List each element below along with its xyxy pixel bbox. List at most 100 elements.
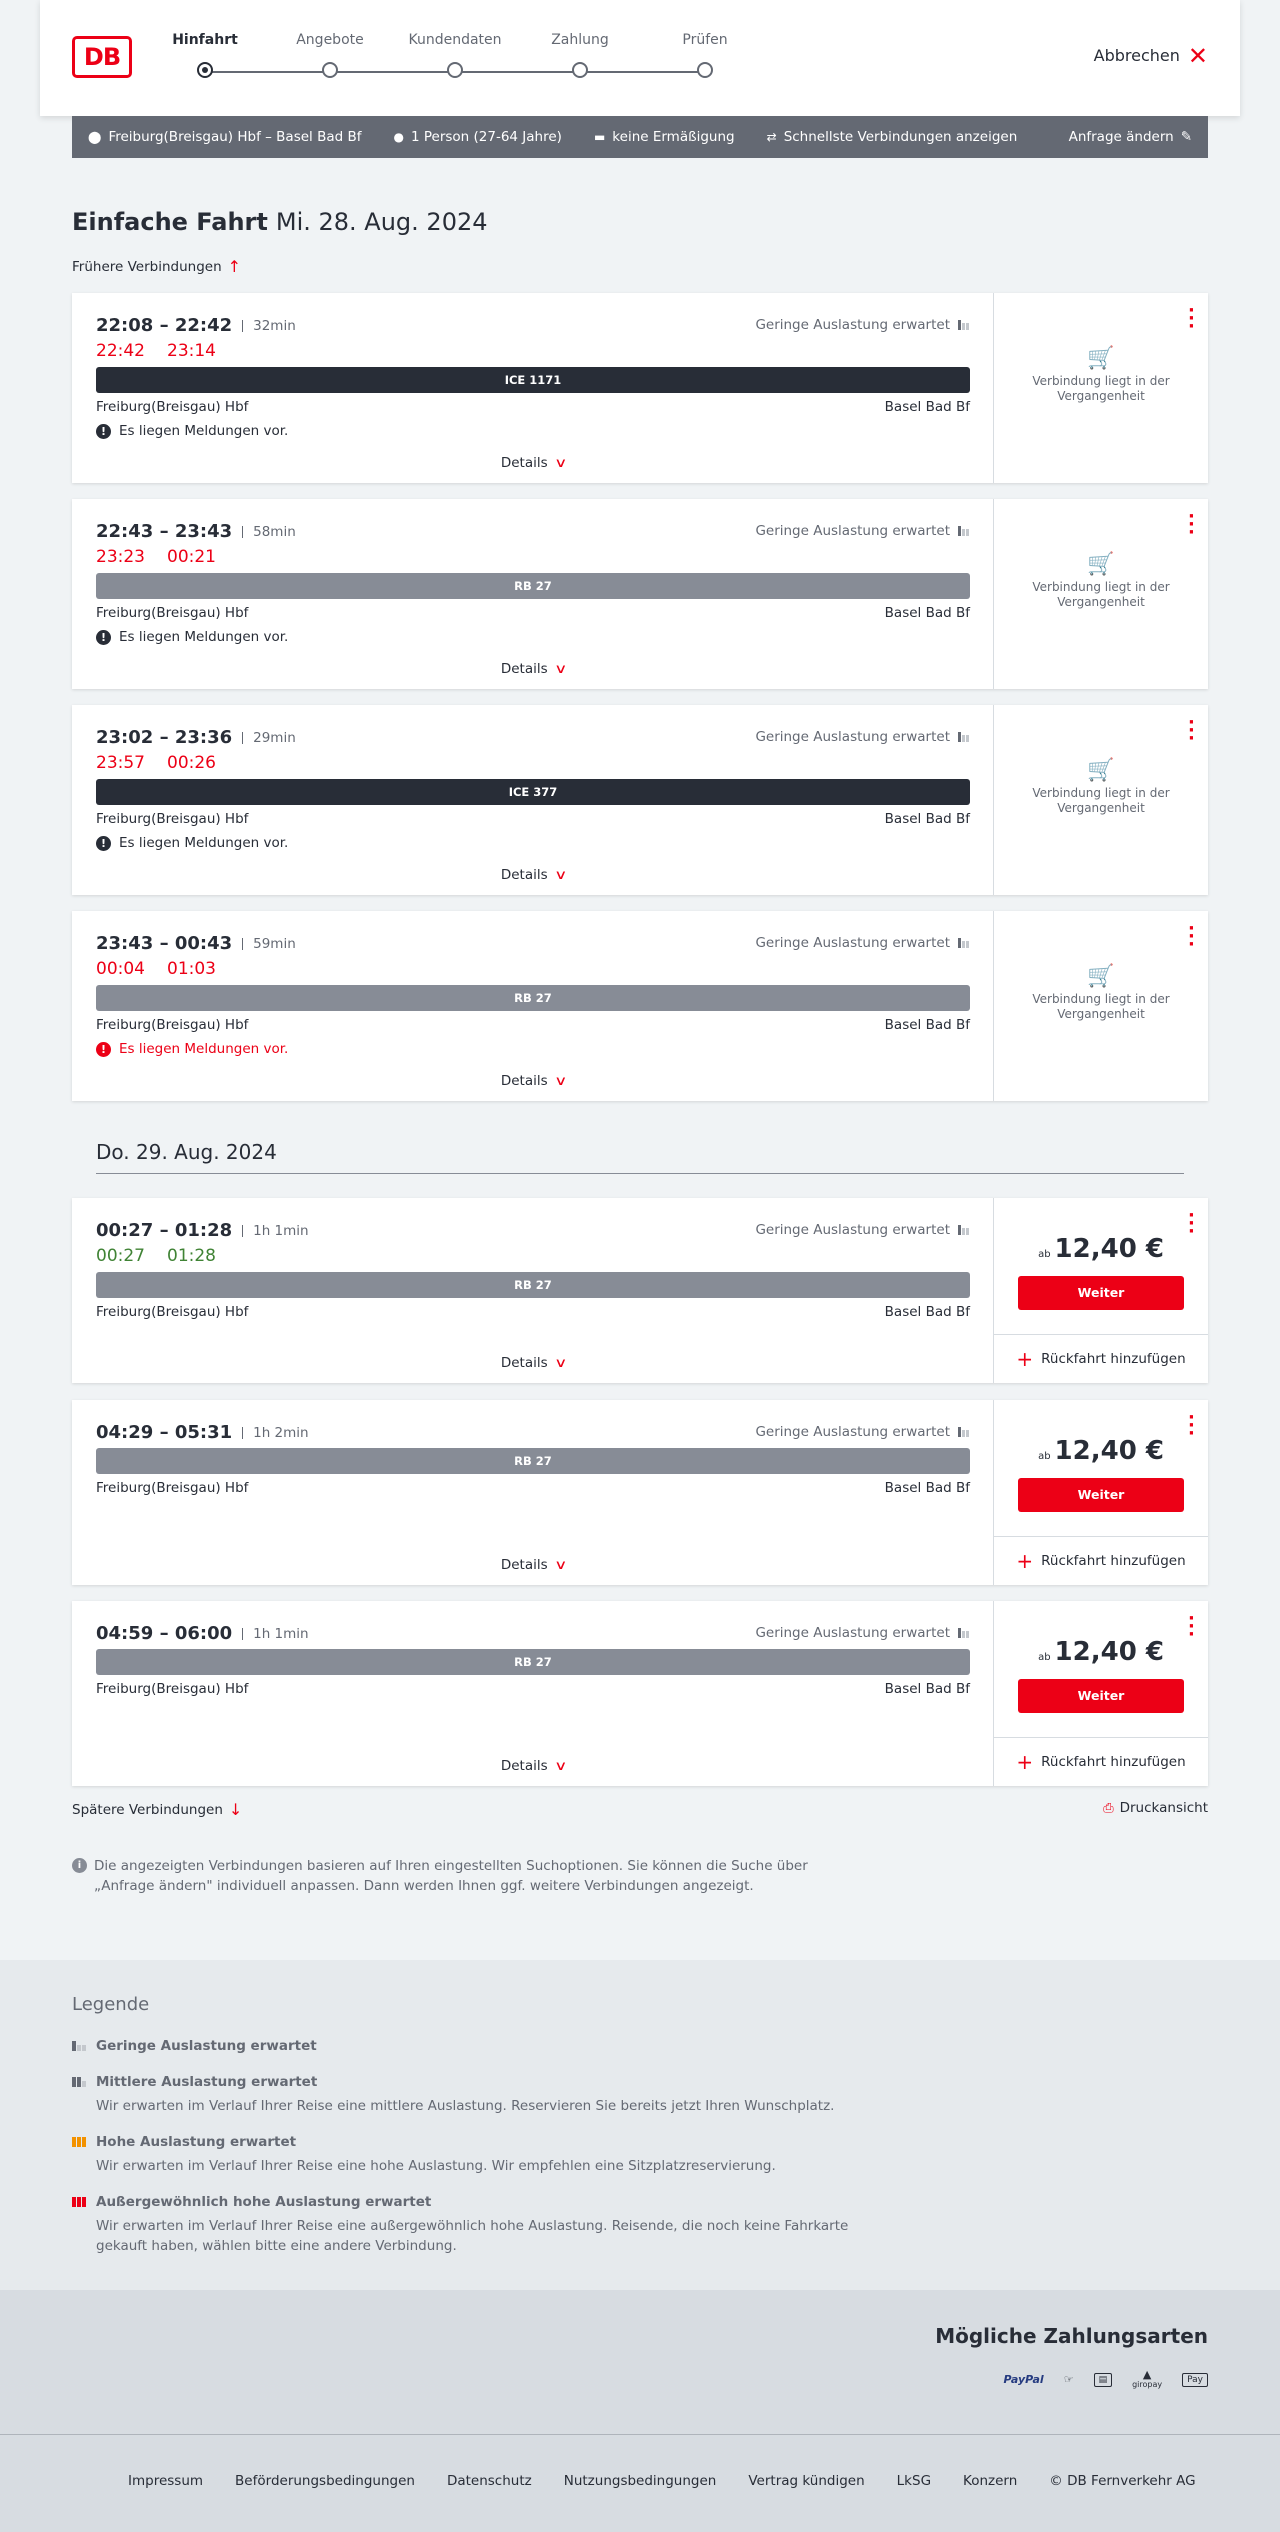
plus-icon: + <box>1016 1750 1034 1774</box>
earlier-connections-link[interactable]: Frühere Verbindungen ↑ <box>72 257 241 276</box>
print-view-link[interactable]: ⎙ Druckansicht <box>1103 1800 1208 1816</box>
footer-link-konzern[interactable]: Konzern <box>963 2473 1017 2489</box>
occupancy-low-icon <box>958 938 969 948</box>
warning-icon: ! <box>96 423 111 439</box>
footer-link-vertrag-kuendigen[interactable]: Vertrag kündigen <box>748 2473 864 2489</box>
train-bar[interactable]: ICE 1171 <box>96 367 970 393</box>
info-icon: i <box>72 1858 87 1873</box>
discount-summary[interactable]: ▬ keine Ermäßigung <box>594 129 735 145</box>
connection-card[interactable]: 00:27 – 01:28 1h 1min 00:27 01:28 Geringe … <box>72 1198 1208 1383</box>
cancel-button[interactable]: Abbrechen ✕ <box>1094 44 1208 68</box>
price-value: 12,40 € <box>1054 1637 1164 1667</box>
cart-disabled-icon: 🛒 <box>1087 346 1115 371</box>
realtime-departure: 23:23 <box>96 547 145 567</box>
details-label: Details <box>500 1758 548 1774</box>
route-summary[interactable]: ⬤ Freiburg(Breisgau) Hbf – Basel Bad Bf <box>88 129 362 145</box>
add-return-button[interactable]: + Rückfahrt hinzufügen <box>994 1536 1208 1585</box>
details-toggle[interactable]: Details ∨ <box>72 1073 994 1089</box>
step-dot <box>447 62 463 78</box>
realtime-times: 00:04 01:03 <box>96 959 216 979</box>
stations: Freiburg(Breisgau) Hbf Basel Bad Bf <box>96 605 970 621</box>
duration: 29min <box>242 731 296 744</box>
train-bar[interactable]: RB 27 <box>96 1448 970 1474</box>
train-bar[interactable]: RB 27 <box>96 1272 970 1298</box>
train-bar[interactable]: RB 27 <box>96 573 970 599</box>
footer-link-impressum[interactable]: Impressum <box>128 2473 203 2489</box>
connection-times: 22:08 – 22:42 32min <box>96 315 296 336</box>
notice-text: Es liegen Meldungen vor. <box>119 835 289 851</box>
origin-station: Freiburg(Breisgau) Hbf <box>96 1017 249 1033</box>
chevron-down-icon: ∨ <box>553 1557 568 1573</box>
connection-main: 23:02 – 23:36 29min 23:57 00:26 Geringe Au… <box>72 705 994 895</box>
connection-card[interactable]: 04:59 – 06:00 1h 1min Geringe Auslastung … <box>72 1601 1208 1786</box>
passenger-summary[interactable]: ● 1 Person (27-64 Jahre) <box>394 129 562 145</box>
duration: 1h 1min <box>242 1627 309 1640</box>
step-dot <box>197 62 213 78</box>
step-label: Zahlung <box>551 32 609 48</box>
connection-main: 22:43 – 23:43 58min 23:23 00:21 Geringe Au… <box>72 499 994 689</box>
arrow-up-icon: ↑ <box>227 257 242 276</box>
train-bar[interactable]: RB 27 <box>96 1649 970 1675</box>
add-return-button[interactable]: + Rückfahrt hinzufügen <box>994 1334 1208 1383</box>
more-options-icon[interactable]: · · · <box>1188 920 1195 954</box>
past-text: Verbindung liegt in der Vergangenheit <box>1032 992 1170 1021</box>
scheduled-times: 23:02 – 23:36 <box>96 727 233 748</box>
details-toggle[interactable]: Details ∨ <box>72 1557 994 1573</box>
more-options-icon[interactable]: · · · <box>1188 508 1195 542</box>
past-connection-info: 🛒 Verbindung liegt in der Vergangenheit <box>994 966 1208 1022</box>
arrow-down-icon: ↓ <box>228 1800 243 1819</box>
price-value: 12,40 € <box>1054 1234 1164 1264</box>
more-options-icon[interactable]: · · · <box>1188 1207 1195 1241</box>
continue-button[interactable]: Weiter <box>1018 1478 1184 1512</box>
option-text: Schnellste Verbindungen anzeigen <box>783 129 1018 145</box>
footer-link-datenschutz[interactable]: Datenschutz <box>447 2473 532 2489</box>
occupancy-low-icon <box>958 526 969 536</box>
details-toggle[interactable]: Details ∨ <box>72 1355 994 1371</box>
details-label: Details <box>500 1073 548 1089</box>
continue-button[interactable]: Weiter <box>1018 1679 1184 1713</box>
more-options-icon[interactable]: · · · <box>1188 714 1195 748</box>
destination-station: Basel Bad Bf <box>884 1304 970 1320</box>
occupancy-label: Geringe Auslastung erwartet <box>755 729 950 745</box>
details-toggle[interactable]: Details ∨ <box>72 455 994 471</box>
footer-link-lksg[interactable]: LkSG <box>897 2473 931 2489</box>
origin-station: Freiburg(Breisgau) Hbf <box>96 1681 249 1697</box>
connection-card[interactable]: 04:29 – 05:31 1h 2min Geringe Auslastung … <box>72 1400 1208 1585</box>
edit-request-button[interactable]: Anfrage ändern ✎ <box>1069 129 1192 145</box>
realtime-times: 00:27 01:28 <box>96 1246 216 1266</box>
chevron-down-icon: ∨ <box>553 455 568 471</box>
connection-card[interactable]: 22:08 – 22:42 32min 22:42 23:14 Geringe Au… <box>72 293 1208 483</box>
connection-side: · · · 🛒 Verbindung liegt in der Vergangenhe… <box>994 911 1208 1101</box>
step-label: Angebote <box>296 32 364 48</box>
footer-links: Impressum Beförderungsbedingungen Datens… <box>128 2473 1196 2489</box>
train-bar[interactable]: RB 27 <box>96 985 970 1011</box>
connection-times: 23:02 – 23:36 29min <box>96 727 296 748</box>
step-dot <box>697 62 713 78</box>
footer-link-befoerderungsbedingungen[interactable]: Beförderungsbedingungen <box>235 2473 415 2489</box>
connection-main: 23:43 – 00:43 59min 00:04 01:03 Geringe Au… <box>72 911 994 1101</box>
continue-button[interactable]: Weiter <box>1018 1276 1184 1310</box>
stations: Freiburg(Breisgau) Hbf Basel Bad Bf <box>96 1480 970 1496</box>
realtime-arrival: 01:03 <box>167 959 216 979</box>
details-toggle[interactable]: Details ∨ <box>72 661 994 677</box>
connection-card[interactable]: 22:43 – 23:43 58min 23:23 00:21 Geringe Au… <box>72 499 1208 689</box>
more-options-icon[interactable]: · · · <box>1188 302 1195 336</box>
scheduled-times: 22:43 – 23:43 <box>96 521 233 542</box>
connection-times: 23:43 – 00:43 59min <box>96 933 296 954</box>
db-logo[interactable]: DB <box>72 36 132 78</box>
more-options-icon[interactable]: · · · <box>1188 1409 1195 1443</box>
details-toggle[interactable]: Details ∨ <box>72 1758 994 1774</box>
chevron-down-icon: ∨ <box>553 867 568 883</box>
add-return-button[interactable]: + Rückfahrt hinzufügen <box>994 1737 1208 1786</box>
train-bar[interactable]: ICE 377 <box>96 779 970 805</box>
details-toggle[interactable]: Details ∨ <box>72 867 994 883</box>
option-summary[interactable]: ⇄ Schnellste Verbindungen anzeigen <box>767 129 1018 145</box>
footer-link-nutzungsbedingungen[interactable]: Nutzungsbedingungen <box>564 2473 717 2489</box>
later-connections-link[interactable]: Spätere Verbindungen ↓ <box>72 1800 242 1819</box>
legend-item-title: Geringe Auslastung erwartet <box>96 2038 317 2054</box>
search-summary-bar: ⬤ Freiburg(Breisgau) Hbf – Basel Bad Bf … <box>72 116 1208 158</box>
connection-card[interactable]: 23:02 – 23:36 29min 23:57 00:26 Geringe Au… <box>72 705 1208 895</box>
connection-card[interactable]: 23:43 – 00:43 59min 00:04 01:03 Geringe Au… <box>72 911 1208 1101</box>
trip-date: Mi. 28. Aug. 2024 <box>275 208 488 236</box>
more-options-icon[interactable]: · · · <box>1188 1610 1195 1644</box>
